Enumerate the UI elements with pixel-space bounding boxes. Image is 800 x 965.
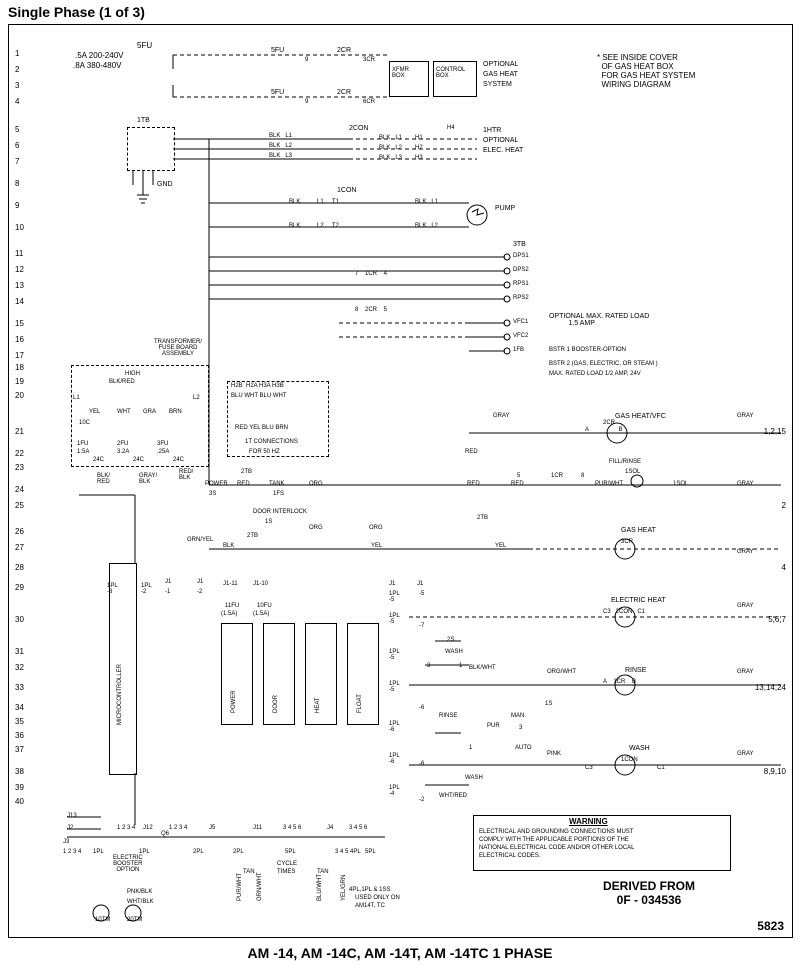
caption: AM -14, AM -14C, AM -14T, AM -14TC 1 PHA… xyxy=(0,945,800,961)
page-title: Single Phase (1 of 3) xyxy=(8,4,145,20)
schematic-frame: 1 2 3 4 5 6 7 8 9 10 11 12 13 14 15 16 1… xyxy=(8,24,793,938)
wiring-overlay xyxy=(9,25,792,937)
